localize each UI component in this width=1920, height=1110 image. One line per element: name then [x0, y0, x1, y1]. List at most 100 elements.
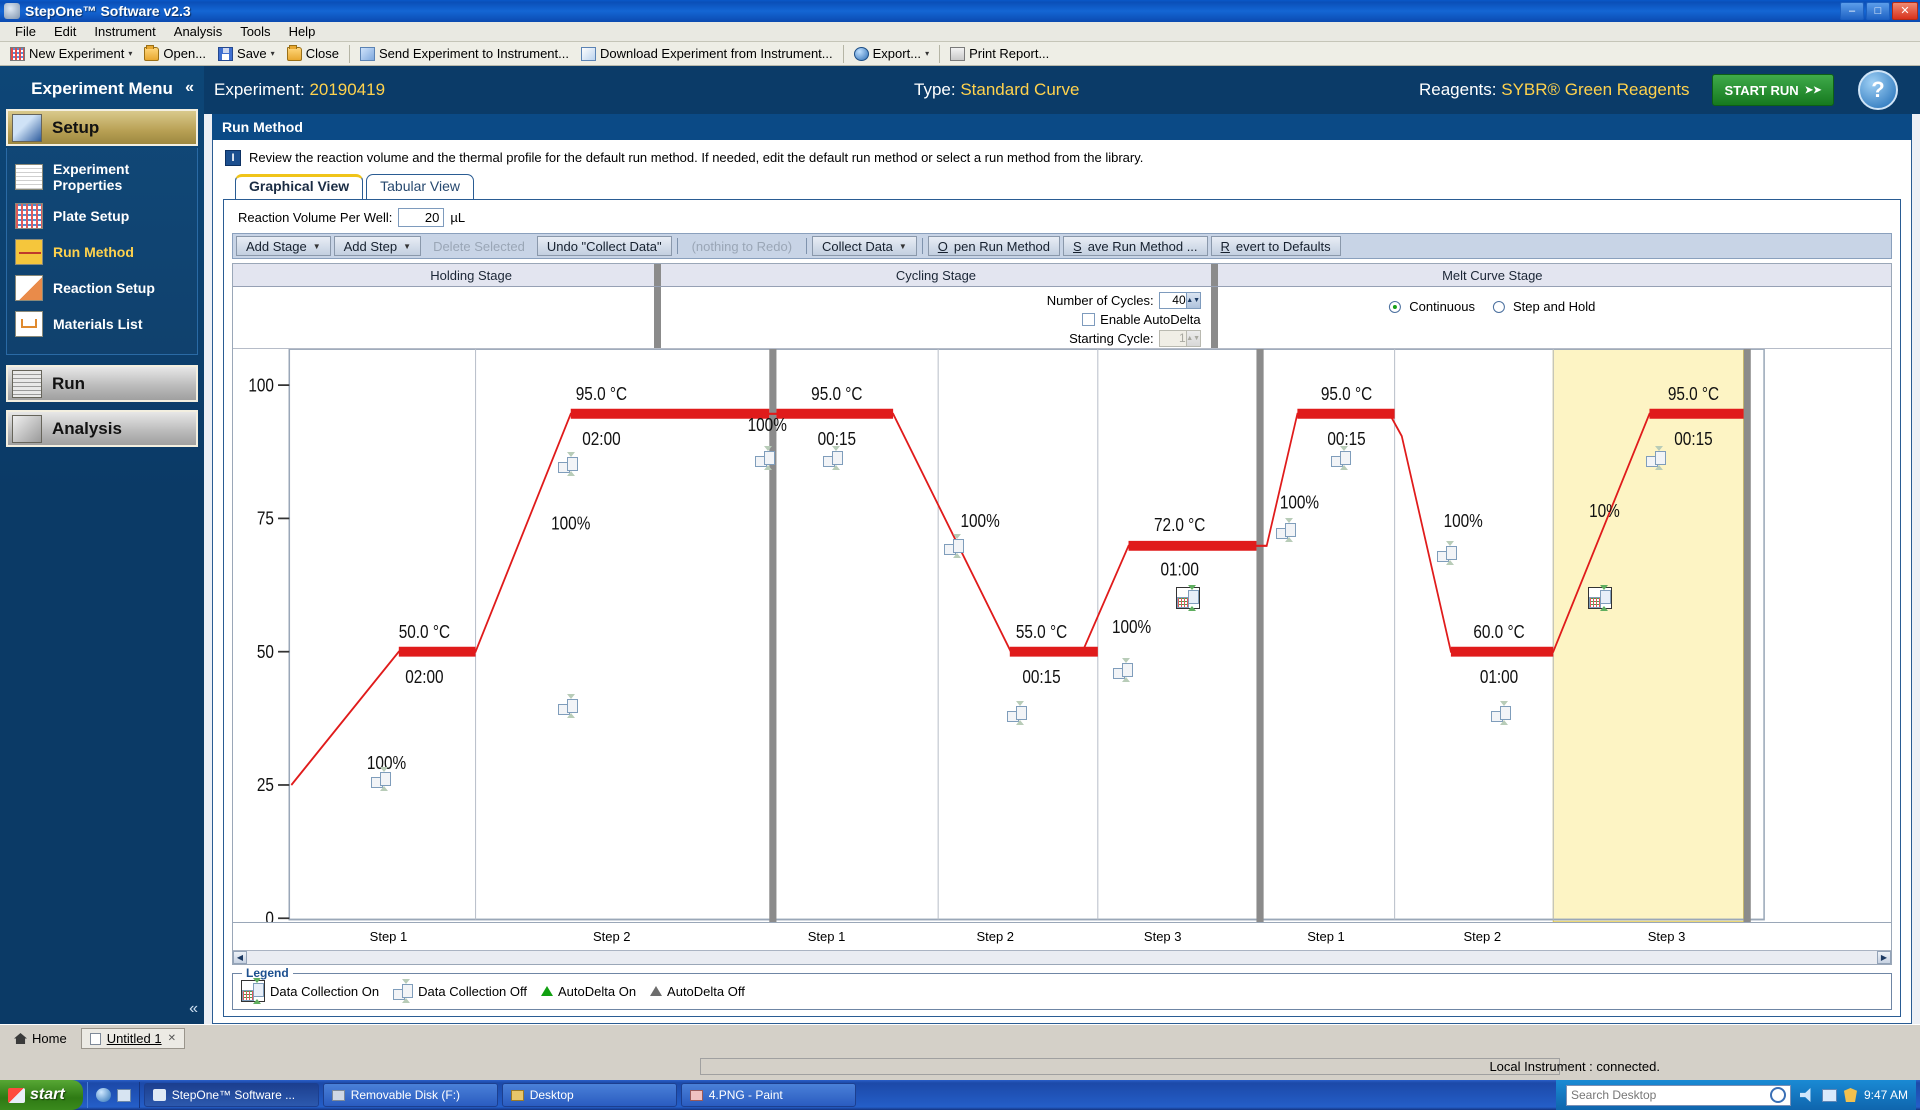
- stage-divider: [1210, 287, 1218, 348]
- taskbar-item-desktop[interactable]: Desktop: [501, 1083, 677, 1107]
- data-collection-on-icon: [241, 978, 265, 1004]
- toolbar-download-experiment[interactable]: Download Experiment from Instrument...: [575, 45, 839, 62]
- sidebar-item-materials-list[interactable]: Materials List: [7, 306, 197, 342]
- sidebar-collapse-bottom-icon[interactable]: «: [189, 1000, 198, 1018]
- data-collection-off-icon[interactable]: [944, 533, 965, 558]
- clock[interactable]: 9:47 AM: [1864, 1088, 1908, 1102]
- add-stage-button[interactable]: Add Stage ▼: [236, 236, 331, 256]
- data-collection-off-icon[interactable]: [1007, 700, 1028, 725]
- sidebar-group-run[interactable]: Run: [6, 365, 198, 402]
- toolbar-new-experiment-label: New Experiment: [29, 46, 125, 61]
- toolbar-separator: [939, 44, 941, 63]
- toolbar-export[interactable]: Export... ▾: [848, 45, 935, 62]
- data-collection-on-icon[interactable]: [1176, 584, 1201, 611]
- toolbar-print-report[interactable]: Print Report...: [944, 45, 1055, 62]
- data-collection-off-icon[interactable]: [370, 767, 391, 792]
- search-desktop-input[interactable]: Search Desktop: [1565, 1084, 1791, 1106]
- taskbar-item-paint[interactable]: 4.PNG - Paint: [680, 1083, 856, 1107]
- collapse-sidebar-icon[interactable]: «: [185, 79, 194, 97]
- number-of-cycles-spinner[interactable]: 40 ▲▼: [1158, 292, 1201, 309]
- close-icon[interactable]: ✕: [168, 1033, 176, 1044]
- menu-file[interactable]: File: [6, 22, 45, 41]
- data-collection-off-icon[interactable]: [1436, 540, 1457, 565]
- data-collection-off-icon[interactable]: [557, 694, 578, 719]
- data-collection-off-icon[interactable]: [1275, 517, 1296, 542]
- close-button[interactable]: ✕: [1892, 2, 1918, 20]
- download-icon: [580, 46, 596, 61]
- collect-data-button[interactable]: Collect Data ▼: [812, 236, 917, 256]
- menu-tools[interactable]: Tools: [231, 22, 279, 41]
- thermal-profile-chart: Holding Stage Cycling Stage Melt Curve S…: [232, 263, 1892, 965]
- continuous-radio[interactable]: [1389, 300, 1402, 313]
- ie-icon[interactable]: [95, 1088, 111, 1102]
- scroll-right-icon[interactable]: ▶: [1877, 951, 1891, 964]
- save-run-method-button[interactable]: Save Run Method ...: [1063, 236, 1208, 256]
- data-collection-off-icon[interactable]: [1113, 658, 1134, 683]
- sidebar-item-plate-setup[interactable]: Plate Setup: [7, 198, 197, 234]
- home-tab-label: Home: [32, 1031, 67, 1046]
- enable-autodelta-checkbox[interactable]: [1082, 313, 1096, 326]
- data-collection-off-icon[interactable]: [557, 452, 578, 476]
- shield-icon[interactable]: [1843, 1088, 1857, 1102]
- undo-button[interactable]: Undo "Collect Data": [536, 236, 672, 256]
- menu-analysis[interactable]: Analysis: [165, 22, 231, 41]
- revert-to-defaults-button[interactable]: Revert to Defaults: [1210, 236, 1341, 256]
- taskbar-item-removable-disk[interactable]: Removable Disk (F:): [322, 1083, 498, 1107]
- search-icon[interactable]: [1769, 1087, 1786, 1103]
- maximize-button[interactable]: □: [1866, 2, 1890, 20]
- toolbar-download-label: Download Experiment from Instrument...: [599, 46, 833, 61]
- status-progress-area: [700, 1057, 1560, 1075]
- experiment-value: 20190419: [309, 80, 386, 99]
- toolbar-send-experiment[interactable]: Send Experiment to Instrument...: [354, 45, 575, 62]
- toolbar-new-experiment[interactable]: New Experiment ▾: [4, 45, 138, 62]
- chevron-down-icon[interactable]: ▾: [925, 49, 929, 58]
- minimize-button[interactable]: –: [1840, 2, 1864, 20]
- app-icon: [152, 1089, 166, 1101]
- sidebar-item-run-method[interactable]: Run Method: [7, 234, 197, 270]
- step-and-hold-radio[interactable]: [1493, 300, 1505, 313]
- taskbar-item-steponesoftware[interactable]: StepOne™ Software ...: [143, 1083, 319, 1107]
- chevron-down-icon[interactable]: ▾: [271, 49, 275, 58]
- spinner-arrows-icon[interactable]: ▲▼: [1185, 293, 1200, 308]
- data-collection-on-icon[interactable]: [1587, 584, 1612, 611]
- data-collection-off-icon[interactable]: [1330, 446, 1351, 471]
- main-toolbar: New Experiment ▾ Open... Save ▾ Close Se…: [0, 42, 1920, 66]
- volume-icon[interactable]: [1799, 1088, 1811, 1102]
- run-method-button-bar: Add Stage ▼ Add Step ▼ Delete Selected U…: [232, 233, 1892, 259]
- show-desktop-icon[interactable]: [116, 1088, 131, 1102]
- menu-edit[interactable]: Edit: [45, 22, 85, 41]
- scroll-left-icon[interactable]: ◀: [233, 951, 247, 964]
- sidebar-group-setup[interactable]: Setup: [6, 109, 198, 146]
- toolbar-close[interactable]: Close: [281, 44, 345, 62]
- chevron-down-icon[interactable]: ▾: [128, 49, 132, 58]
- folder-open-icon: [144, 44, 160, 61]
- chart-horizontal-scrollbar[interactable]: ◀ ▶: [233, 950, 1891, 964]
- add-step-button[interactable]: Add Step ▼: [333, 236, 422, 256]
- data-collection-off-icon[interactable]: [823, 446, 844, 471]
- data-collection-off-icon[interactable]: [1491, 700, 1512, 725]
- menu-instrument[interactable]: Instrument: [85, 22, 164, 41]
- open-run-method-button[interactable]: Open Run Method: [927, 236, 1061, 256]
- toolbar-open[interactable]: Open...: [138, 44, 212, 62]
- start-run-button[interactable]: START RUN ➤➤: [1712, 74, 1834, 106]
- toolbar-save[interactable]: Save ▾: [212, 45, 281, 62]
- help-button[interactable]: ?: [1858, 70, 1898, 110]
- data-collection-off-icon[interactable]: [755, 446, 776, 471]
- taskbar-item-label: StepOne™ Software ...: [171, 1088, 296, 1102]
- menu-help[interactable]: Help: [280, 22, 325, 41]
- reaction-volume-input[interactable]: 20: [398, 208, 445, 227]
- tab-graphical-view[interactable]: Graphical View: [235, 174, 364, 199]
- properties-icon: [15, 164, 43, 190]
- home-tab[interactable]: Home: [6, 1029, 75, 1048]
- start-button[interactable]: start: [0, 1080, 83, 1110]
- sidebar-item-experiment-properties[interactable]: Experiment Properties: [7, 156, 197, 198]
- tab-tabular-view[interactable]: Tabular View: [366, 174, 475, 199]
- document-tab[interactable]: Untitled 1 ✕: [80, 1028, 185, 1049]
- type-label: Type:: [914, 80, 956, 99]
- network-icon[interactable]: [1821, 1088, 1837, 1102]
- sidebar-group-analysis[interactable]: Analysis: [6, 410, 198, 447]
- save-run-method-label: ave Run Method ...: [1087, 238, 1198, 254]
- data-collection-off-icon[interactable]: [1645, 446, 1666, 471]
- sidebar-item-reaction-setup[interactable]: Reaction Setup: [7, 270, 197, 306]
- paint-icon: [689, 1089, 703, 1101]
